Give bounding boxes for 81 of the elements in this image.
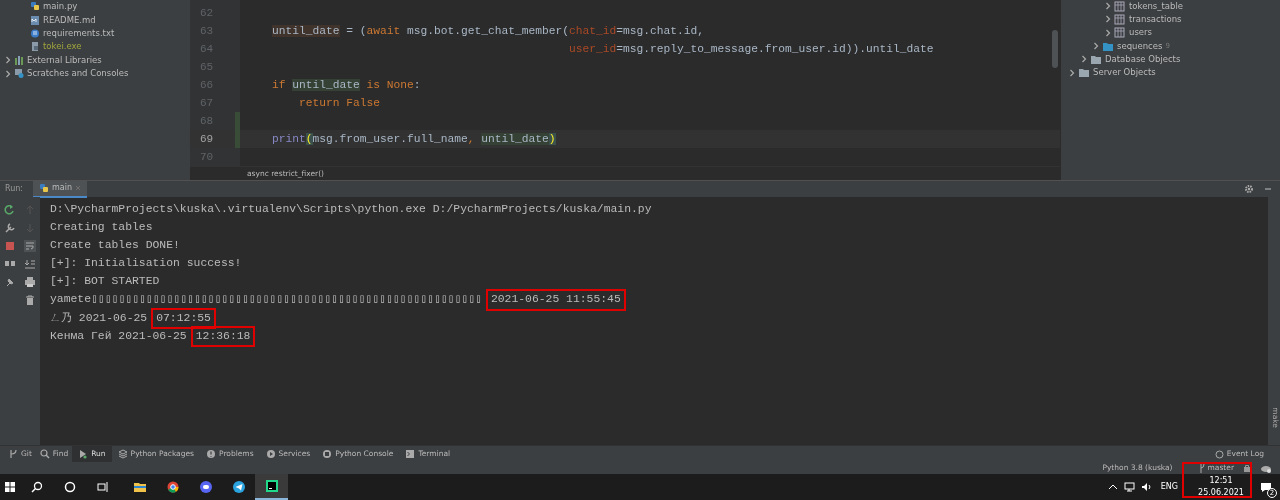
- clock[interactable]: 12:51 25.06.2021: [1190, 475, 1252, 499]
- pin-icon[interactable]: [4, 276, 16, 288]
- file-icon: [30, 41, 40, 53]
- stop-icon[interactable]: [4, 240, 16, 252]
- console-text: [+]: BOT STARTED: [50, 274, 160, 290]
- services-icon: [265, 449, 276, 459]
- scratches-icon: [14, 68, 24, 80]
- cloud-icon[interactable]: [1260, 463, 1272, 473]
- paper-plane-icon: [232, 481, 245, 493]
- tree-label[interactable]: users: [1129, 26, 1152, 40]
- markdown-file-icon: [30, 14, 40, 26]
- line-number: 69: [199, 131, 215, 147]
- python-icon: [39, 183, 50, 193]
- library-icon: [14, 54, 24, 66]
- rerun-icon[interactable]: [4, 204, 16, 216]
- print-icon[interactable]: [24, 276, 36, 288]
- input-language[interactable]: ENG: [1160, 481, 1178, 493]
- file-name[interactable]: Scratches and Consoles: [27, 67, 129, 80]
- console-text: Create tables DONE!: [50, 237, 180, 253]
- git-icon: [8, 449, 18, 459]
- python-file-icon: [30, 1, 40, 13]
- highlighted-timestamp: 2021-06-25 11:55:45: [487, 291, 624, 309]
- console-text: yamete▯▯▯▯▯▯▯▯▯▯▯▯▯▯▯▯▯▯▯▯▯▯▯▯▯▯▯▯▯▯▯▯▯▯▯▯▯▯▯▯▯▯▯▯▯▯▯▯▯▯▯▯▯▯▯▯▯: [50, 292, 482, 308]
- file-name[interactable]: README.md: [43, 13, 96, 27]
- find-icon: [39, 449, 50, 459]
- lock-icon: [1244, 464, 1250, 472]
- search-icon: [30, 481, 43, 493]
- table-icon: [1114, 27, 1126, 39]
- folder-icon: [1090, 53, 1102, 65]
- speech-bubble-icon: [1214, 449, 1224, 459]
- code-line: user_id=msg.reply_to_message.from_user.id)).until_date: [568, 41, 934, 57]
- windows-logo-icon: [5, 482, 15, 492]
- text-file-icon: [30, 27, 40, 39]
- settings-icon[interactable]: [1244, 184, 1254, 194]
- file-name[interactable]: tokei.exe: [43, 40, 82, 54]
- tree-label[interactable]: Server Objects: [1093, 66, 1156, 79]
- table-icon: [1114, 0, 1126, 12]
- folder-icon: [133, 481, 146, 493]
- tree-label[interactable]: transactions: [1129, 13, 1182, 26]
- run-icon: [78, 449, 89, 459]
- file-name[interactable]: External Libraries: [27, 53, 102, 67]
- problems-icon: [206, 449, 216, 459]
- panel-label: Run:: [4, 183, 25, 195]
- folder-icon: [1102, 40, 1114, 52]
- scroll-to-end-icon[interactable]: [24, 258, 36, 270]
- packages-icon: [117, 449, 128, 459]
- volume-icon[interactable]: [1140, 482, 1153, 492]
- network-icon[interactable]: [1123, 482, 1136, 492]
- console-text: Кенма Гей 2021-06-25: [50, 328, 187, 344]
- console-icon: [322, 449, 333, 459]
- browser-icon: [166, 481, 179, 493]
- console-text: [+]: Initialisation success!: [50, 256, 242, 272]
- tree-label[interactable]: sequences: [1117, 39, 1163, 53]
- message-icon: [1260, 481, 1272, 493]
- code-line: until_date = (await msg.bot.get_chat_member(chat_id=msg.chat.id,: [271, 23, 705, 39]
- tree-label[interactable]: tokens_table: [1129, 0, 1183, 13]
- console-text: ㄥ乃 2021-06-25: [50, 310, 148, 326]
- ide-icon: [265, 480, 278, 492]
- code-line: if until_date is None:: [271, 77, 421, 93]
- terminal-icon: [405, 449, 416, 459]
- table-icon: [1114, 13, 1126, 25]
- console-text: D:\PycharmProjects\kuska\.virtualenv\Scripts\python.exe D:/PycharmProjects/kuska/main.py: [50, 201, 652, 217]
- code-line: print(msg.from_user.full_name, until_date): [271, 131, 556, 147]
- taskbar-button[interactable]: [255, 474, 288, 500]
- chevron-up-icon[interactable]: [1107, 483, 1118, 491]
- folder-icon: [1078, 67, 1090, 79]
- branch-icon: [1198, 463, 1205, 473]
- file-name[interactable]: requirements.txt: [43, 27, 115, 40]
- highlighted-timestamp: 07:12:55: [153, 309, 214, 327]
- task-view-icon: [96, 481, 109, 493]
- console-text: Creating tables: [50, 219, 153, 235]
- run-tab[interactable]: main: [33, 180, 88, 198]
- trash-icon[interactable]: [24, 294, 36, 306]
- highlighted-timestamp: 12:36:18: [192, 327, 254, 345]
- chat-icon: [199, 481, 212, 493]
- tree-label[interactable]: Database Objects: [1105, 52, 1181, 66]
- code-line: return False: [298, 95, 381, 111]
- scrollbar-thumb[interactable]: [1052, 30, 1058, 68]
- wrench-icon[interactable]: [4, 222, 16, 234]
- circle-icon: [63, 481, 76, 493]
- file-name[interactable]: main.py: [43, 0, 78, 14]
